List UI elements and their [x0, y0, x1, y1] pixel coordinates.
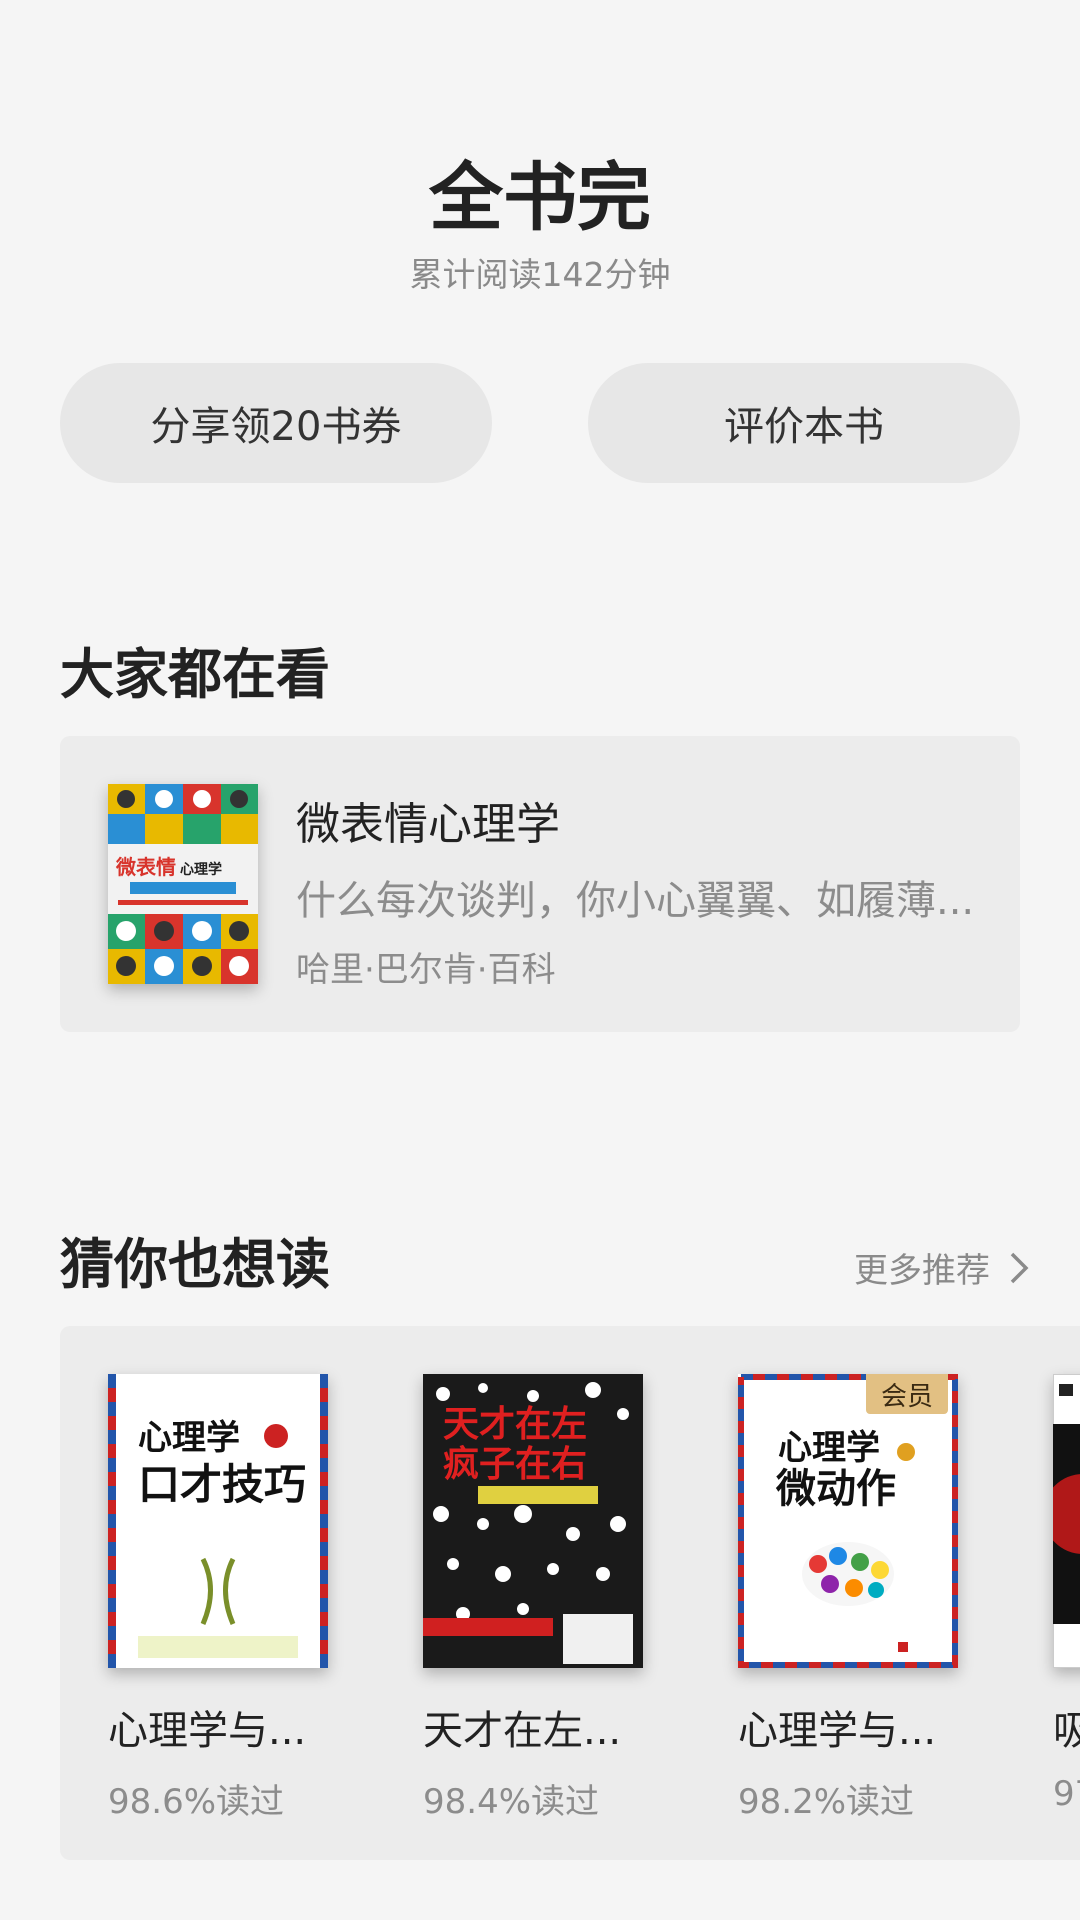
recommend-book[interactable]: 心理学 口才技巧 心理学与... 98.6%读过	[108, 1374, 328, 1823]
share-button[interactable]: 分享领20书券	[60, 363, 492, 483]
recommend-book[interactable]: 天才在左 疯子在右 天才在左... 98.4%读过	[423, 1374, 643, 1823]
svg-text:心理学: 心理学	[778, 1428, 880, 1468]
read-percentage: 97	[1053, 1774, 1080, 1814]
book-title: 微表情心理学	[296, 799, 560, 850]
svg-text:心理学: 心理学	[138, 1418, 240, 1458]
book-description: 什么每次谈判，你小心翼翼、如履薄...	[296, 878, 975, 924]
svg-text:心理学: 心理学	[180, 861, 222, 878]
svg-text:微动作: 微动作	[775, 1466, 896, 1512]
recommend-shelf[interactable]: 心理学 口才技巧 心理学与... 98.6%读过 天才在左 疯子在右 天才在左.…	[60, 1326, 1080, 1860]
read-percentage: 98.2%读过	[738, 1782, 915, 1822]
recommend-book[interactable]: 心理学 微动作 会员 心理学与... 98.2%读过	[738, 1374, 958, 1823]
recommend-book[interactable]: 吸 97	[1043, 1373, 1080, 1814]
svg-text:天才在左: 天才在左	[443, 1404, 587, 1445]
rate-book-button[interactable]: 评价本书	[588, 363, 1020, 483]
svg-text:口才技巧: 口才技巧	[138, 1460, 306, 1509]
book-author: 哈里·巴尔肯·百科	[296, 950, 556, 990]
book-cover: 心理学 微动作 会员	[738, 1374, 958, 1668]
book-title: 心理学与...	[738, 1708, 937, 1754]
svg-text:微表情: 微表情	[115, 855, 176, 879]
svg-text:疯子在右: 疯子在右	[443, 1444, 587, 1485]
read-percentage: 98.4%读过	[423, 1782, 600, 1822]
page-title: 全书完	[429, 155, 651, 241]
popular-book-card[interactable]: 微表情 心理学 微表情心理学 什么每次谈判，你小心翼翼、如履薄... 哈里·巴尔…	[60, 736, 1020, 1032]
book-cover	[1043, 1373, 1080, 1669]
more-recommendations-link[interactable]: 更多推荐	[854, 1243, 1030, 1292]
read-percentage: 98.6%读过	[108, 1782, 285, 1822]
book-title: 天才在左...	[423, 1708, 622, 1754]
reading-time: 累计阅读142分钟	[409, 255, 671, 294]
more-label: 更多推荐	[854, 1251, 990, 1291]
book-title: 心理学与...	[108, 1708, 307, 1754]
book-title: 吸	[1053, 1708, 1080, 1754]
member-badge: 会员	[866, 1374, 948, 1414]
book-cover: 微表情 心理学	[108, 784, 258, 984]
section-title-popular: 大家都在看	[60, 642, 330, 706]
chevron-right-icon	[1010, 1252, 1029, 1283]
section-title-recommend: 猜你也想读	[60, 1232, 330, 1296]
book-cover: 心理学 口才技巧	[108, 1374, 328, 1668]
book-cover: 天才在左 疯子在右	[423, 1374, 643, 1668]
